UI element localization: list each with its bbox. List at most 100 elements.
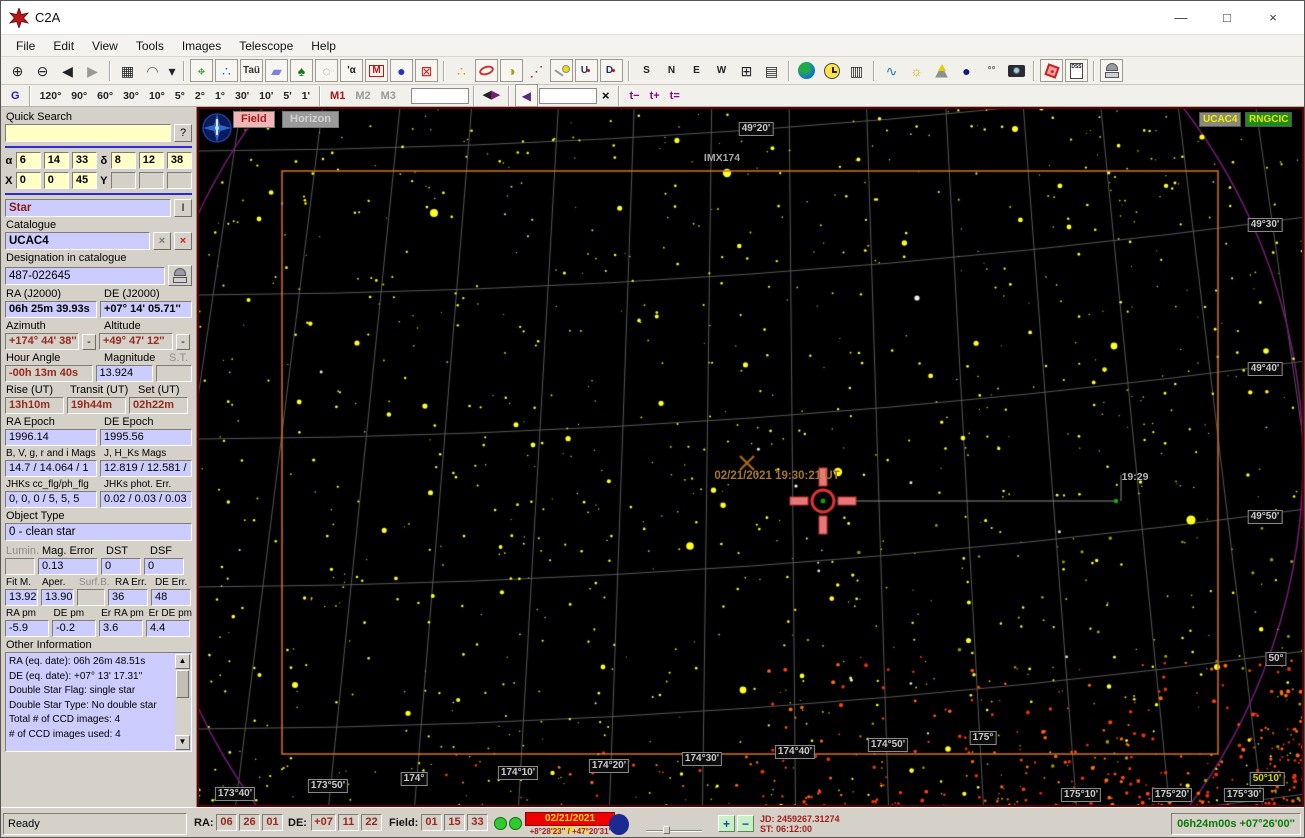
dome-dropdown-button[interactable]: ▾ xyxy=(166,59,178,82)
help-button[interactable]: ? xyxy=(174,124,192,142)
menu-file[interactable]: File xyxy=(7,37,44,55)
time-forward-button[interactable]: t+ xyxy=(645,90,665,102)
north-button[interactable]: N xyxy=(660,59,683,82)
time-settings-button[interactable] xyxy=(820,59,843,82)
remove-catalogue-button[interactable]: × xyxy=(174,232,192,250)
menu-edit[interactable]: Edit xyxy=(44,37,83,55)
menu-images[interactable]: Images xyxy=(173,37,230,55)
center-object-button[interactable]: ⌖ xyxy=(190,59,213,82)
de-d-field[interactable]: 8 xyxy=(110,152,136,169)
zoom-preset-30m[interactable]: 30' xyxy=(230,87,254,105)
dome-button[interactable]: ◠ xyxy=(141,59,164,82)
menu-view[interactable]: View xyxy=(83,37,127,55)
ra-s-field[interactable]: 33 xyxy=(71,152,97,169)
constellation-lines-button[interactable]: ∴ xyxy=(215,59,238,82)
zoom-preset-1m[interactable]: 1' xyxy=(297,87,315,105)
tab-horizon[interactable]: Horizon xyxy=(282,111,339,128)
menu-telescope[interactable]: Telescope xyxy=(230,37,302,55)
uranus-labels-button[interactable]: U xyxy=(575,59,598,82)
marker-search-input[interactable] xyxy=(410,87,469,104)
zoom-in-button[interactable]: ⊕ xyxy=(6,59,29,82)
rotation-input[interactable] xyxy=(538,87,597,104)
status-datetime[interactable]: 02/21/2021 19:30:21 xyxy=(525,812,615,836)
de-m-field[interactable]: 12 xyxy=(138,152,164,169)
goto-g-button[interactable]: G xyxy=(6,90,25,102)
zoom-preset-2d[interactable]: 2° xyxy=(190,87,210,105)
horizon-line-button[interactable]: ▤ xyxy=(760,59,783,82)
west-button[interactable]: W xyxy=(710,59,733,82)
minimize-button[interactable]: — xyxy=(1158,3,1204,33)
grid-button[interactable]: ▦ xyxy=(116,59,139,82)
sun-button[interactable]: ☼ xyxy=(905,59,928,82)
altitude-more-button[interactable]: - xyxy=(176,333,190,350)
time-back-button[interactable]: t− xyxy=(624,90,644,102)
planets-button[interactable]: ● xyxy=(390,59,413,82)
comets-button[interactable] xyxy=(550,59,573,82)
moon-phase-button[interactable]: ◑ xyxy=(500,59,523,82)
star-names-button[interactable]: 'α xyxy=(340,59,363,82)
sky-chart[interactable]: 49°20' 49°30' 49°40' 49°50' 50° 50°10' 173°40'… xyxy=(197,107,1304,807)
y2-field[interactable] xyxy=(138,172,164,189)
earth-location-button[interactable] xyxy=(795,59,818,82)
x3-field[interactable]: 45 xyxy=(71,172,97,189)
reference-frame-button[interactable]: ⊠ xyxy=(415,59,438,82)
time-now-button[interactable]: t= xyxy=(665,90,685,102)
landscape-button[interactable]: ♠ xyxy=(290,59,313,82)
clusters-button[interactable]: ∴ xyxy=(450,59,473,82)
catalogue-field[interactable]: UCAC4 xyxy=(5,232,150,250)
menu-help[interactable]: Help xyxy=(302,37,345,55)
milky-way-button[interactable]: ▰ xyxy=(265,59,288,82)
maximize-button[interactable]: □ xyxy=(1204,3,1250,33)
asteroids-button[interactable]: ⋰ xyxy=(525,59,548,82)
telescope-control-button[interactable] xyxy=(1100,59,1123,82)
object-info-button[interactable]: I xyxy=(174,199,192,217)
zoom-preset-90d[interactable]: 90° xyxy=(66,87,92,105)
zoom-preset-60d[interactable]: 60° xyxy=(92,87,118,105)
dark-night-button[interactable]: ● xyxy=(955,59,978,82)
ra-m-field[interactable]: 14 xyxy=(43,152,69,169)
zoom-preset-10m[interactable]: 10' xyxy=(254,87,278,105)
zoom-preset-1d[interactable]: 1° xyxy=(210,87,230,105)
close-button[interactable]: × xyxy=(1250,3,1296,33)
ccd-frame-button[interactable] xyxy=(1040,59,1063,82)
scroll-up-icon[interactable]: ▲ xyxy=(175,654,190,669)
time-plus-button[interactable]: + xyxy=(718,815,735,832)
tab-field[interactable]: Field xyxy=(233,111,275,128)
clear-rotation-button[interactable]: × xyxy=(597,88,615,103)
ra-h-field[interactable]: 6 xyxy=(15,152,41,169)
scroll-thumb[interactable] xyxy=(176,670,189,698)
y1-field[interactable] xyxy=(110,172,136,189)
marker-m2-button[interactable]: M2 xyxy=(350,90,375,102)
scroll-down-icon[interactable]: ▼ xyxy=(175,735,190,750)
de-s-field[interactable]: 38 xyxy=(166,152,192,169)
flip-vertical-button[interactable]: ◀ xyxy=(514,84,538,107)
goto-telescope-button[interactable] xyxy=(168,265,192,286)
pan-view-button[interactable]: ⊞ xyxy=(735,59,758,82)
time-minus-button[interactable]: − xyxy=(737,815,754,832)
satellites-button[interactable]: °° xyxy=(980,59,1003,82)
zoom-out-button[interactable]: ⊖ xyxy=(31,59,54,82)
x2-field[interactable]: 0 xyxy=(43,172,69,189)
y3-field[interactable] xyxy=(166,172,192,189)
x1-field[interactable]: 0 xyxy=(15,172,41,189)
zoom-preset-5d[interactable]: 5° xyxy=(170,87,190,105)
azimuth-more-button[interactable]: - xyxy=(82,333,96,350)
dss-image-button[interactable]: DSS xyxy=(1065,59,1088,82)
marker-m3-button[interactable]: M3 xyxy=(376,90,401,102)
galaxies-button[interactable] xyxy=(475,59,498,82)
panels-button[interactable]: ▥ xyxy=(845,59,868,82)
time-sliders[interactable] xyxy=(646,826,712,837)
field-ellipse-button[interactable]: ◌ xyxy=(315,59,338,82)
quick-search-input[interactable] xyxy=(5,124,171,142)
ephemeris-curve-button[interactable]: ∿ xyxy=(880,59,903,82)
zoom-preset-30d[interactable]: 30° xyxy=(118,87,144,105)
forward-button[interactable]: ▶ xyxy=(81,59,104,82)
deepsky-labels-button[interactable]: D xyxy=(600,59,623,82)
constellation-names-button[interactable]: Taü xyxy=(240,59,263,82)
slider-handle-1[interactable] xyxy=(663,826,670,834)
zoom-preset-10d[interactable]: 10° xyxy=(144,87,170,105)
camera-button[interactable] xyxy=(1005,59,1028,82)
twilight-button[interactable] xyxy=(930,59,953,82)
south-button[interactable]: S xyxy=(635,59,658,82)
zoom-preset-5m[interactable]: 5' xyxy=(278,87,296,105)
